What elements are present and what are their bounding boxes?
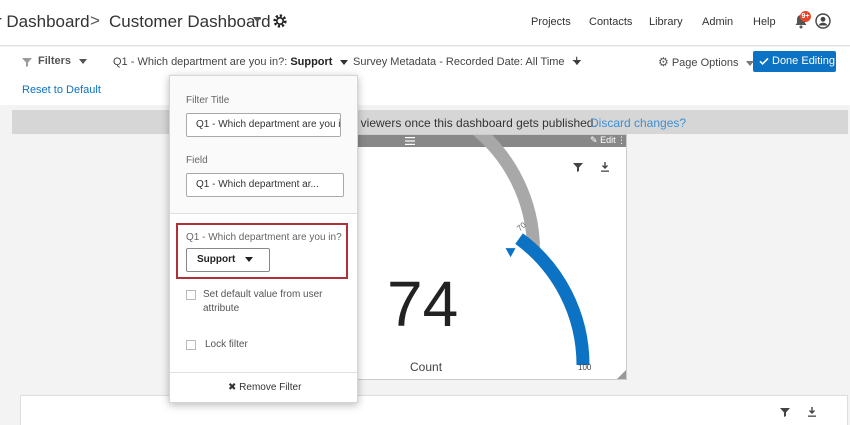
discard-changes-link[interactable]: Discard changes? <box>590 116 686 130</box>
widget-resize-handle[interactable] <box>617 370 626 379</box>
page-options-menu[interactable]: ⚙ Page Options <box>658 55 755 69</box>
filter-value-selected: Support <box>197 254 236 265</box>
nav-admin[interactable]: Admin <box>702 16 733 28</box>
field-label: Field <box>186 155 208 166</box>
nav-projects[interactable]: Projects <box>531 16 571 28</box>
done-editing-button[interactable]: Done Editing <box>753 51 836 72</box>
done-editing-label: Done Editing <box>772 55 835 67</box>
page-options-label: Page Options <box>671 57 739 69</box>
remove-filter-button[interactable]: ✖ Remove Filter <box>228 382 301 393</box>
chevron-down-icon <box>245 256 254 262</box>
chevron-down-icon <box>79 58 88 64</box>
filter-chip-date-label: Survey Metadata - Recorded Date: All Tim… <box>353 56 565 68</box>
default-from-attribute-label: Set default value from user <box>203 289 323 300</box>
field-select[interactable]: Q1 - Which department ar... <box>186 173 344 197</box>
filter-title-input[interactable]: Q1 - Which department are you in? <box>186 113 341 137</box>
checkmark-icon <box>759 57 769 66</box>
dashboard-title[interactable]: Customer Dashboard <box>109 12 271 32</box>
gear-icon[interactable] <box>272 13 288 29</box>
gauge-metric-label: Count <box>410 360 443 374</box>
gauge-max-label: 100 <box>578 363 592 372</box>
filters-menu[interactable]: Filters <box>38 55 88 67</box>
filter-question-label: Q1 - Which department are you in? <box>186 232 342 243</box>
gear-icon: ⚙ <box>658 55 669 69</box>
chevron-down-icon <box>340 59 349 65</box>
breadcrumb-parent[interactable]: r Dashboard <box>0 12 90 32</box>
funnel-icon <box>22 58 32 67</box>
second-widget-filter-icon[interactable] <box>780 407 790 417</box>
popover-divider <box>170 372 357 373</box>
breadcrumb-separator: > <box>90 11 100 30</box>
filter-value-dropdown[interactable]: Support <box>186 248 270 272</box>
filter-chip-recorded-date[interactable]: Survey Metadata - Recorded Date: All Tim… <box>353 56 581 68</box>
nav-library[interactable]: Library <box>649 16 683 28</box>
notification-badge: 9+ <box>800 11 811 22</box>
gauge-fill-arc <box>514 232 590 366</box>
filter-title-label: Filter Title <box>186 95 230 106</box>
lock-filter-checkbox[interactable] <box>186 340 196 350</box>
filter-chip-department[interactable]: Q1 - Which department are you in?: Suppo… <box>113 56 349 68</box>
default-from-attribute-label-line2: attribute <box>203 303 240 314</box>
gauge-target-marker <box>505 248 516 258</box>
filter-chip-value: Support <box>290 56 333 68</box>
banner-message: ll viewers once this dashboard gets publ… <box>352 116 597 130</box>
default-from-attribute-checkbox[interactable] <box>186 290 196 300</box>
gauge-value: 74 <box>387 268 459 340</box>
close-icon: ✖ <box>228 382 237 393</box>
reset-to-default-link[interactable]: Reset to Default <box>22 84 101 96</box>
filter-chip-prefix: Q1 - Which department are you in?: <box>113 56 288 68</box>
second-widget <box>20 395 848 425</box>
remove-filter-label: Remove Filter <box>239 382 302 393</box>
lock-filter-label: Lock filter <box>205 339 248 350</box>
nav-contacts[interactable]: Contacts <box>589 16 632 28</box>
add-filter-button[interactable]: + <box>572 53 581 71</box>
nav-help[interactable]: Help <box>753 16 776 28</box>
second-widget-download-icon[interactable] <box>807 407 817 417</box>
dashboard-menu-chevron-icon[interactable] <box>253 17 261 22</box>
user-avatar-icon[interactable] <box>815 13 831 29</box>
filters-label: Filters <box>38 55 72 67</box>
